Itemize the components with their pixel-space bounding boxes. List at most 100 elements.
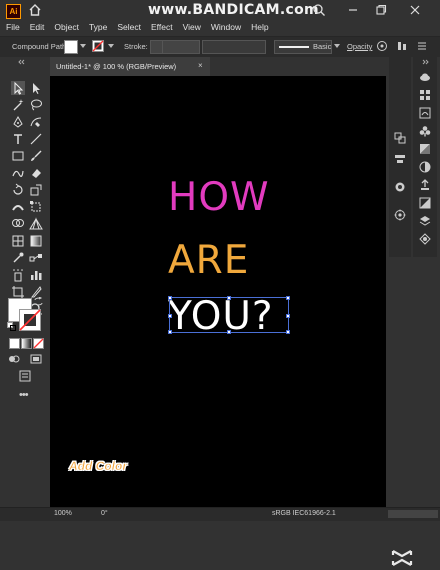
edit-toolbar-icon[interactable]: [18, 369, 32, 383]
pathfinder-panel-icon[interactable]: [394, 181, 406, 193]
color-profile: sRGB IEC61966-2.1: [272, 510, 336, 517]
menu-bar: Ai www.BANDICAM.com File Edit Object Typ…: [0, 0, 440, 36]
type-tool-icon[interactable]: [11, 132, 25, 146]
stroke-color-swatch[interactable]: [19, 309, 41, 331]
shaper-tool-icon[interactable]: [11, 166, 25, 180]
eraser-tool-icon[interactable]: [29, 166, 43, 180]
column-graph-tool-icon[interactable]: [29, 268, 43, 282]
selection-tool-icon[interactable]: [11, 81, 25, 95]
paintbrush-tool-icon[interactable]: [29, 149, 43, 163]
artwork-text-how[interactable]: HOW: [168, 178, 270, 217]
bbox-handle[interactable]: [168, 330, 172, 334]
menu-window[interactable]: Window: [211, 22, 241, 32]
menu-help[interactable]: Help: [251, 22, 268, 32]
screen-mode-icon[interactable]: [30, 353, 42, 365]
recolor-icon[interactable]: [376, 40, 388, 52]
lasso-tool-icon[interactable]: [29, 98, 43, 112]
bbox-handle[interactable]: [168, 314, 172, 318]
free-transform-tool-icon[interactable]: [29, 200, 43, 214]
pen-tool-icon[interactable]: [11, 115, 25, 129]
graphic-styles-panel-icon[interactable]: [419, 197, 431, 209]
panel-column-left: [389, 57, 411, 257]
menu-object[interactable]: Object: [54, 22, 79, 32]
bbox-handle[interactable]: [227, 330, 231, 334]
swap-fill-stroke-icon[interactable]: [34, 297, 43, 306]
menu-type[interactable]: Type: [89, 22, 107, 32]
rotation-value[interactable]: 0°: [101, 510, 108, 517]
menu-edit[interactable]: Edit: [30, 22, 45, 32]
perspective-grid-tool-icon[interactable]: [29, 217, 43, 231]
opacity-label[interactable]: Opacity: [347, 42, 372, 51]
horizontal-scrollbar[interactable]: [388, 510, 438, 518]
toolbar-collapse-icon[interactable]: [18, 59, 32, 65]
width-tool-icon[interactable]: [11, 200, 25, 214]
fill-swatch[interactable]: [64, 40, 78, 54]
bbox-handle[interactable]: [168, 296, 172, 300]
scale-tool-icon[interactable]: [29, 183, 43, 197]
document-tab-close-icon[interactable]: ×: [198, 61, 203, 70]
search-icon[interactable]: [312, 3, 326, 17]
layers-panel-icon[interactable]: [419, 215, 431, 227]
menu-effect[interactable]: Effect: [151, 22, 173, 32]
fill-dropdown-icon[interactable]: [80, 44, 86, 48]
bbox-handle[interactable]: [286, 314, 290, 318]
color-guide-panel-icon[interactable]: [419, 233, 431, 245]
menu-view[interactable]: View: [183, 22, 201, 32]
artboard-tool-icon[interactable]: [11, 285, 25, 299]
none-mode-icon[interactable]: [33, 338, 44, 349]
stroke-swatch[interactable]: [92, 40, 104, 52]
menu-more-icon[interactable]: [416, 40, 428, 52]
bbox-handle[interactable]: [286, 330, 290, 334]
gradient-panel-icon[interactable]: [419, 143, 431, 155]
variable-width-profile[interactable]: [202, 40, 266, 54]
draw-mode-icon[interactable]: [8, 353, 20, 365]
gradient-tool-icon[interactable]: [29, 234, 43, 248]
direct-selection-tool-icon[interactable]: [29, 81, 43, 95]
brushes-panel-icon[interactable]: [419, 107, 431, 119]
rectangle-tool-icon[interactable]: [11, 149, 25, 163]
line-segment-tool-icon[interactable]: [29, 132, 43, 146]
curvature-tool-icon[interactable]: [29, 115, 43, 129]
align-panel-icon[interactable]: [394, 153, 406, 165]
eyedropper-tool-icon[interactable]: [11, 251, 25, 265]
document-tab-title: Untitled-1* @ 100 % (RGB/Preview): [56, 62, 177, 71]
canvas[interactable]: HOW ARE YOU? Add Color: [50, 76, 413, 566]
recording-watermark: www.BANDICAM.com: [148, 2, 319, 18]
blend-tool-icon[interactable]: [29, 251, 43, 265]
appearance-panel-icon[interactable]: [419, 179, 431, 191]
default-fill-stroke-icon[interactable]: [7, 322, 16, 331]
artwork-text-are[interactable]: ARE: [168, 241, 249, 280]
symbol-sprayer-tool-icon[interactable]: [11, 268, 25, 282]
color-mode-icon[interactable]: [9, 338, 20, 349]
stroke-dropdown-icon[interactable]: [108, 44, 114, 48]
bbox-handle[interactable]: [227, 296, 231, 300]
document-tab[interactable]: Untitled-1* @ 100 % (RGB/Preview) ×: [50, 57, 210, 76]
artboards-panel-icon[interactable]: [394, 132, 406, 144]
libraries-panel-icon[interactable]: [419, 71, 431, 83]
home-icon[interactable]: [28, 3, 42, 17]
brush-preset-label: Basic: [313, 42, 332, 51]
menu-select[interactable]: Select: [117, 22, 141, 32]
align-icon[interactable]: [396, 40, 408, 52]
bbox-handle[interactable]: [286, 296, 290, 300]
zoom-level[interactable]: 100%: [54, 510, 72, 517]
symbols-panel-icon[interactable]: [419, 125, 431, 137]
stroke-weight-dropdown[interactable]: [162, 40, 200, 54]
close-icon[interactable]: [408, 3, 422, 17]
brush-dropdown-icon[interactable]: [334, 44, 340, 48]
brush-stroke-preview: [279, 46, 309, 48]
swatches-panel-icon[interactable]: [419, 89, 431, 101]
mesh-tool-icon[interactable]: [11, 234, 25, 248]
shape-builder-tool-icon[interactable]: [11, 217, 25, 231]
selection-bounding-box[interactable]: [168, 296, 290, 334]
transparency-panel-icon[interactable]: [419, 161, 431, 173]
panel-collapse-icon[interactable]: [421, 59, 431, 65]
restore-icon[interactable]: [374, 3, 388, 17]
menu-file[interactable]: File: [6, 22, 20, 32]
more-tools-icon[interactable]: •••: [19, 389, 29, 401]
rotate-tool-icon[interactable]: [11, 183, 25, 197]
magic-wand-tool-icon[interactable]: [11, 98, 25, 112]
gradient-mode-icon[interactable]: [21, 338, 32, 349]
transform-panel-icon[interactable]: [394, 209, 406, 221]
minimize-icon[interactable]: [346, 3, 360, 17]
